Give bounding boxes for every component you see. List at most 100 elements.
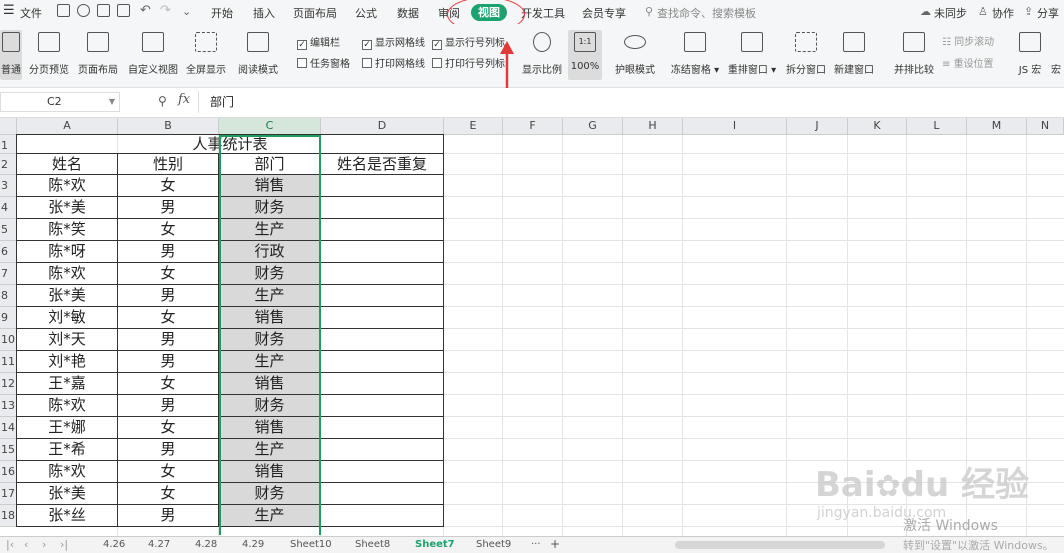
gender-cell[interactable]: 女 <box>117 306 219 329</box>
duplicate-check-cell[interactable] <box>320 416 444 439</box>
reading-mode-button[interactable]: 阅读模式 <box>232 30 284 80</box>
gender-cell[interactable]: 男 <box>117 196 219 219</box>
row-header-11[interactable]: 11 <box>0 351 17 373</box>
name-box[interactable]: C2 ▼ <box>0 92 120 112</box>
duplicate-check-cell[interactable] <box>320 372 444 395</box>
header-cell[interactable]: 姓名是否重复 <box>320 153 444 175</box>
gender-cell[interactable]: 女 <box>117 416 219 439</box>
new-window-button[interactable]: 新建窗口 <box>832 30 876 80</box>
sync-status[interactable]: 未同步 <box>934 5 967 21</box>
name-cell[interactable]: 张*美 <box>16 196 118 219</box>
side-by-side-button[interactable]: 并排比较 <box>892 30 936 80</box>
fullscreen-button[interactable]: 全屏显示 <box>184 30 228 80</box>
row-header-8[interactable]: 8 <box>0 285 17 307</box>
row-header-12[interactable]: 12 <box>0 373 17 395</box>
gender-cell[interactable]: 男 <box>117 438 219 461</box>
page-layout-button[interactable]: 页面布局 <box>76 30 120 80</box>
gender-cell[interactable]: 女 <box>117 372 219 395</box>
column-header-k[interactable]: K <box>848 118 907 135</box>
checkbox-edit-bar[interactable]: ✓ 编辑栏 <box>297 34 340 50</box>
duplicate-check-cell[interactable] <box>320 482 444 505</box>
row-header-14[interactable]: 14 <box>0 417 17 439</box>
name-cell[interactable]: 王*希 <box>16 438 118 461</box>
column-header-c[interactable]: C <box>219 118 321 135</box>
sheet-tab-4-27[interactable]: 4.27 <box>148 539 170 550</box>
select-all-corner[interactable] <box>0 118 17 135</box>
sheet-tab-sheet9[interactable]: Sheet9 <box>476 539 511 550</box>
format-painter-icon[interactable] <box>77 4 90 17</box>
quick-access-dropdown-icon[interactable]: ⌄ <box>182 5 191 18</box>
gender-cell[interactable]: 男 <box>117 284 219 307</box>
print-preview-icon[interactable] <box>117 4 130 17</box>
name-cell[interactable]: 陈*呀 <box>16 240 118 263</box>
name-cell[interactable]: 刘*敏 <box>16 306 118 329</box>
duplicate-check-cell[interactable] <box>320 262 444 285</box>
header-cell[interactable]: 姓名 <box>16 153 118 175</box>
menu-file[interactable]: 文件 <box>20 5 42 21</box>
split-window-button[interactable]: 拆分窗口 <box>784 30 828 80</box>
column-header-m[interactable]: M <box>967 118 1027 135</box>
gender-cell[interactable]: 男 <box>117 350 219 373</box>
duplicate-check-cell[interactable] <box>320 196 444 219</box>
normal-view-button[interactable]: 普通 <box>0 30 22 80</box>
next-sheet-icon[interactable]: › <box>42 538 46 551</box>
menu-formulas[interactable]: 公式 <box>355 5 377 21</box>
more-sheets-button[interactable]: ··· <box>531 539 541 550</box>
row-header-18[interactable]: 18 <box>0 505 17 527</box>
add-sheet-button[interactable]: + <box>550 537 560 551</box>
eye-protection-button[interactable]: 护眼模式 <box>613 30 657 80</box>
gender-cell[interactable]: 女 <box>117 460 219 483</box>
column-header-l[interactable]: L <box>907 118 967 135</box>
menu-member[interactable]: 会员专享 <box>582 5 626 21</box>
menu-home[interactable]: 开始 <box>211 5 233 21</box>
menu-page-layout[interactable]: 页面布局 <box>293 5 337 21</box>
name-cell[interactable]: 王*娜 <box>16 416 118 439</box>
row-header-17[interactable]: 17 <box>0 483 17 505</box>
duplicate-check-cell[interactable] <box>320 504 444 527</box>
name-cell[interactable]: 陈*欢 <box>16 174 118 197</box>
prev-sheet-icon[interactable]: ‹ <box>24 538 28 551</box>
freeze-panes-button[interactable]: 冻结窗格 ▾ <box>670 30 720 80</box>
row-header-16[interactable]: 16 <box>0 461 17 483</box>
name-cell[interactable]: 陈*欢 <box>16 262 118 285</box>
row-header-6[interactable]: 6 <box>0 241 17 263</box>
sheet-tab-sheet7[interactable]: Sheet7 <box>415 539 455 550</box>
share-button[interactable]: 分享 <box>1037 5 1059 21</box>
duplicate-check-cell[interactable] <box>320 174 444 197</box>
menu-insert[interactable]: 插入 <box>253 5 275 21</box>
duplicate-check-cell[interactable] <box>320 218 444 241</box>
macro-button[interactable]: 宏 <box>1048 30 1064 80</box>
save-icon[interactable] <box>57 4 70 17</box>
undo-icon[interactable]: ↶ <box>140 3 151 18</box>
name-cell[interactable]: 陈*欢 <box>16 394 118 417</box>
gender-cell[interactable]: 女 <box>117 218 219 241</box>
redo-icon[interactable]: ↷ <box>160 3 171 18</box>
duplicate-check-cell[interactable] <box>320 394 444 417</box>
chevron-down-icon[interactable]: ▼ <box>109 93 115 111</box>
name-cell[interactable]: 刘*艳 <box>16 350 118 373</box>
name-cell[interactable]: 张*美 <box>16 284 118 307</box>
print-icon[interactable] <box>97 4 110 17</box>
column-header-g[interactable]: G <box>563 118 623 135</box>
gender-cell[interactable]: 女 <box>117 174 219 197</box>
gender-cell[interactable]: 女 <box>117 262 219 285</box>
duplicate-check-cell[interactable] <box>320 438 444 461</box>
row-header-4[interactable]: 4 <box>0 197 17 219</box>
formula-input[interactable]: 部门 <box>210 93 234 110</box>
sheet-tab-4-26[interactable]: 4.26 <box>103 539 125 550</box>
horizontal-scrollbar[interactable] <box>675 541 885 549</box>
collaborate-button[interactable]: 协作 <box>992 5 1014 21</box>
sheet-tab-4-28[interactable]: 4.28 <box>195 539 217 550</box>
duplicate-check-cell[interactable] <box>320 306 444 329</box>
menu-developer[interactable]: 开发工具 <box>521 5 565 21</box>
column-header-j[interactable]: J <box>787 118 848 135</box>
row-header-1[interactable]: 1 <box>0 135 17 154</box>
name-cell[interactable]: 张*美 <box>16 482 118 505</box>
function-icon[interactable]: fx <box>178 92 190 107</box>
name-cell[interactable]: 陈*欢 <box>16 460 118 483</box>
name-cell[interactable]: 陈*笑 <box>16 218 118 241</box>
sheet-tab-sheet10[interactable]: Sheet10 <box>290 539 332 550</box>
gender-cell[interactable]: 男 <box>117 504 219 527</box>
checkbox-task-pane[interactable]: 任务窗格 <box>297 55 350 70</box>
column-header-i[interactable]: I <box>683 118 787 135</box>
